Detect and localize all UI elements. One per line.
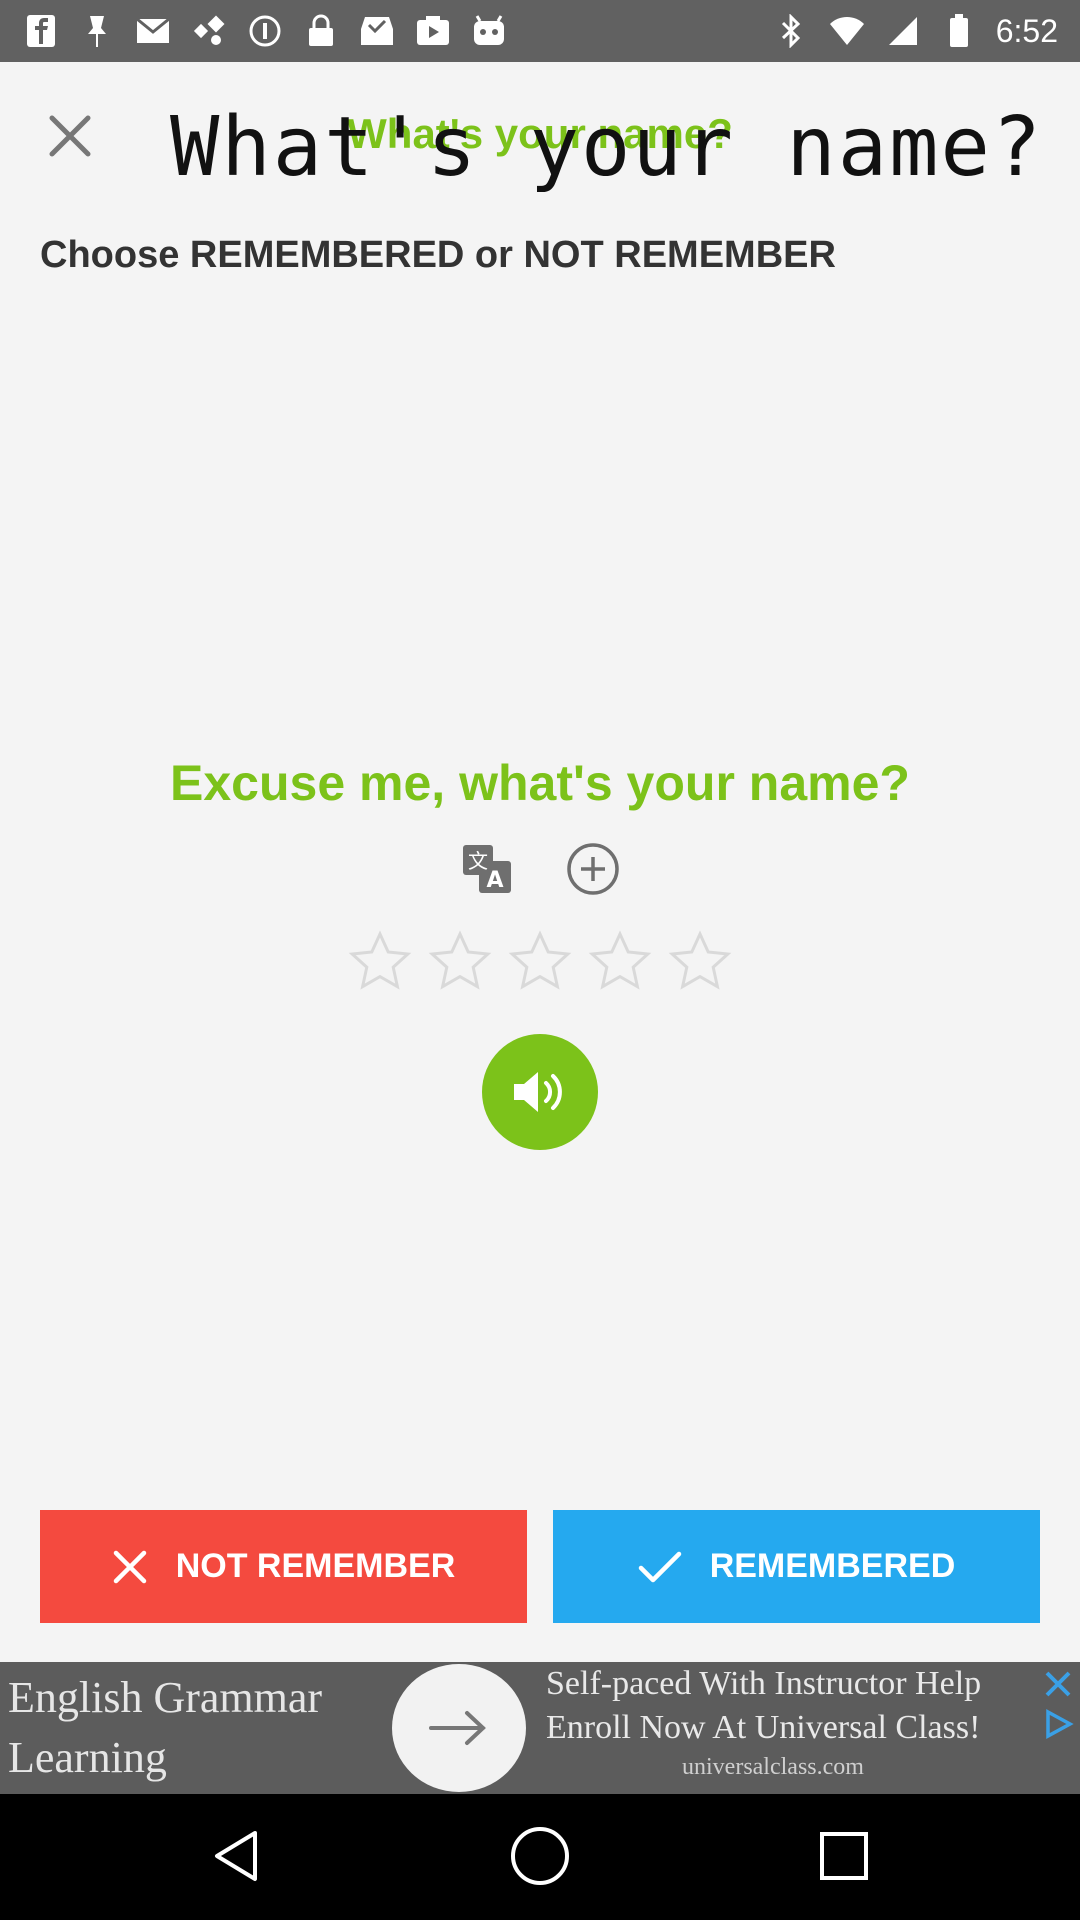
svg-text:A: A <box>486 868 503 893</box>
ad-choices-icon[interactable] <box>1042 1708 1074 1740</box>
mail-icon <box>134 12 172 50</box>
status-bar: 6:52 <box>0 0 1080 62</box>
status-right: 6:52 <box>772 0 1058 62</box>
rating-stars <box>0 928 1080 996</box>
facebook-icon <box>22 12 60 50</box>
remembered-button[interactable]: REMEMBERED <box>553 1510 1040 1623</box>
remembered-label: REMEMBERED <box>709 1547 956 1585</box>
ad-left-text: English Grammar Learning <box>8 1668 428 1788</box>
ad-left-line-1: English Grammar <box>8 1673 323 1722</box>
star-icon-2[interactable] <box>426 928 494 996</box>
alert-icon <box>246 12 284 50</box>
star-icon-4[interactable] <box>586 928 654 996</box>
battery-icon <box>940 12 978 50</box>
ad-close-icon[interactable] <box>1042 1668 1074 1700</box>
arrow-right-icon <box>429 1711 486 1745</box>
back-button[interactable] <box>204 1824 268 1888</box>
star-icon-5[interactable] <box>666 928 734 996</box>
status-left-icons <box>22 0 508 62</box>
not-remember-button[interactable]: NOT REMEMBER <box>40 1510 527 1623</box>
ad-domain: universalclass.com <box>682 1754 864 1780</box>
instructions-text: Choose REMEMBERED or NOT REMEMBER <box>40 234 836 276</box>
ad-banner[interactable]: English Grammar Learning Self-paced With… <box>0 1662 1080 1794</box>
status-time: 6:52 <box>995 12 1058 49</box>
ad-right-text: Self-paced With Instructor Help Enroll N… <box>546 1662 1046 1750</box>
speaker-icon <box>514 1072 562 1112</box>
recents-button[interactable] <box>812 1824 876 1888</box>
lock-icon <box>302 12 340 50</box>
android-icon <box>470 12 508 50</box>
play-audio-button[interactable] <box>482 1034 598 1150</box>
star-icon-1[interactable] <box>346 928 414 996</box>
bluetooth-icon <box>772 12 810 50</box>
satellite-icon <box>190 12 228 50</box>
play-icon <box>414 12 452 50</box>
ad-arrow-button[interactable] <box>392 1664 526 1792</box>
ad-left-line-2: Learning <box>8 1733 167 1782</box>
add-button[interactable] <box>566 842 620 896</box>
home-circle-icon <box>511 1827 569 1885</box>
signal-icon <box>884 12 922 50</box>
check-icon <box>638 1551 681 1582</box>
x-icon <box>113 1550 146 1583</box>
home-button[interactable] <box>508 1824 572 1888</box>
phrase-tools: A 文 <box>0 842 1080 896</box>
translate-button[interactable]: A 文 <box>460 842 514 896</box>
inbox-icon <box>358 12 396 50</box>
not-remember-label: NOT REMEMBER <box>175 1547 456 1585</box>
wifi-icon <box>828 12 866 50</box>
back-triangle-icon <box>215 1831 257 1881</box>
ad-right-line-1: Self-paced With Instructor Help <box>546 1665 982 1702</box>
header-title-overlay: What's your name? <box>170 100 1044 195</box>
plus-circle-icon <box>567 843 619 895</box>
svg-text:文: 文 <box>468 849 488 873</box>
recents-square-icon <box>820 1832 868 1880</box>
ad-right-line-2: Enroll Now At Universal Class! <box>546 1709 981 1746</box>
phrase-text: Excuse me, what's your name? <box>170 755 910 811</box>
translate-icon: A 文 <box>463 845 511 893</box>
star-icon-3[interactable] <box>506 928 574 996</box>
pin-icon <box>78 12 116 50</box>
navigation-bar <box>0 1794 1080 1920</box>
